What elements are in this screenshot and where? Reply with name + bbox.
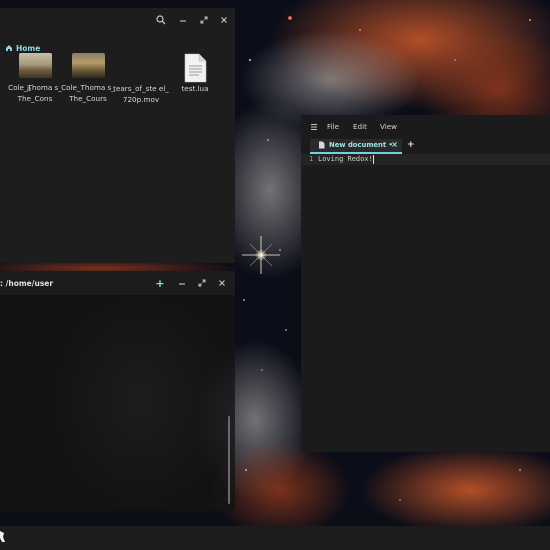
terminal-titlebar[interactable]: : /home/user + bbox=[0, 271, 235, 295]
tab-title: New document • bbox=[329, 141, 393, 149]
text-cursor bbox=[373, 155, 374, 164]
file-item[interactable]: Cole_Thoma s_The_Cours bbox=[59, 53, 117, 104]
line-text: Loving Redox! bbox=[318, 155, 373, 163]
minimize-icon[interactable] bbox=[175, 276, 189, 290]
tab-new-document[interactable]: New document • × bbox=[310, 139, 402, 154]
breadcrumb-home: Home bbox=[16, 43, 41, 53]
file-name: Cole_Thoma s_The_Cours bbox=[61, 83, 115, 103]
text-editor-window: File Edit View New document • × + 1 Lovi… bbox=[301, 115, 550, 452]
menu-view[interactable]: View bbox=[380, 122, 397, 131]
file-item[interactable]: Cole_Thoma s_The_Cons bbox=[6, 53, 64, 104]
terminal-title: : /home/user bbox=[0, 279, 54, 288]
new-tab-icon[interactable]: + bbox=[407, 140, 415, 150]
taskbar bbox=[0, 526, 550, 550]
image-thumbnail bbox=[18, 53, 52, 78]
image-thumbnail bbox=[71, 53, 105, 78]
file-name: test.lua bbox=[181, 84, 209, 93]
close-icon[interactable] bbox=[217, 13, 231, 27]
file-manager-window: Home a Cole_Thoma s_The_Cons Cole_Thoma … bbox=[0, 8, 235, 263]
menu-edit[interactable]: Edit bbox=[353, 122, 367, 131]
editor-menubar: File Edit View bbox=[301, 115, 550, 137]
document-icon bbox=[182, 53, 208, 83]
close-icon[interactable] bbox=[215, 276, 229, 290]
line-number: 1 bbox=[309, 155, 314, 163]
document-icon bbox=[319, 141, 325, 149]
minimize-icon[interactable] bbox=[176, 13, 190, 27]
file-name: tears_of_ste el_720p.mov bbox=[113, 84, 169, 104]
maximize-icon[interactable] bbox=[195, 276, 209, 290]
launcher-icon[interactable] bbox=[0, 528, 8, 544]
editor-line[interactable]: 1 Loving Redox! bbox=[301, 154, 550, 165]
home-icon bbox=[6, 45, 12, 51]
editor-tabstrip: New document • × + bbox=[301, 138, 550, 154]
file-name: Cole_Thoma s_The_Cons bbox=[8, 83, 62, 103]
maximize-icon[interactable] bbox=[197, 13, 211, 27]
file-item[interactable]: test.lua bbox=[166, 53, 224, 94]
close-tab-icon[interactable]: × bbox=[391, 140, 398, 149]
new-tab-icon[interactable]: + bbox=[153, 276, 167, 290]
hamburger-menu-icon[interactable] bbox=[307, 120, 321, 134]
terminal-window[interactable]: : /home/user + bbox=[0, 271, 235, 511]
search-icon[interactable] bbox=[154, 13, 168, 27]
terminal-scrollbar[interactable] bbox=[228, 416, 230, 504]
file-item[interactable]: tears_of_ste el_720p.mov bbox=[112, 53, 170, 105]
menu-file[interactable]: File bbox=[327, 122, 339, 131]
